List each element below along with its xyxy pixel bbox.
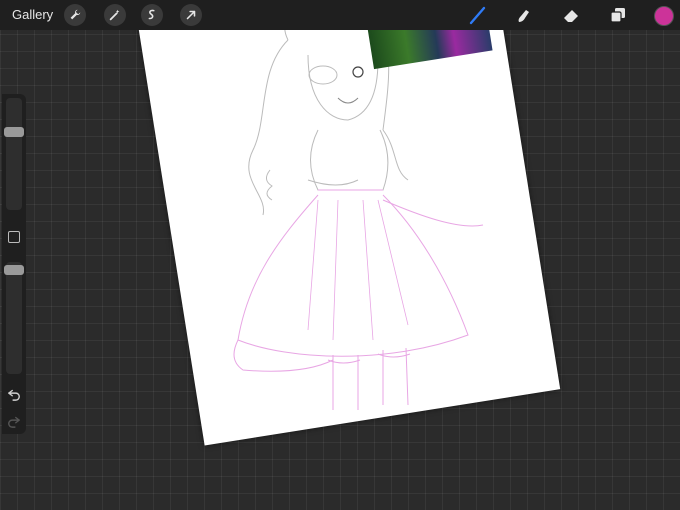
opacity-knob[interactable] (4, 265, 24, 276)
canvas-paper[interactable] (135, 0, 561, 446)
redo-icon[interactable] (7, 414, 21, 428)
gallery-button[interactable]: Gallery (12, 7, 53, 22)
brush-size-slider[interactable] (4, 98, 24, 210)
left-sidebar (2, 94, 26, 434)
magic-wand-icon[interactable] (104, 4, 126, 26)
transform-arrow-icon[interactable] (180, 4, 202, 26)
brush-size-knob[interactable] (4, 126, 24, 137)
color-swatch[interactable] (654, 6, 674, 26)
wrench-icon[interactable] (64, 4, 86, 26)
sketch-drawing (233, 2, 484, 410)
layers-icon[interactable] (607, 4, 629, 26)
smudge-icon[interactable] (512, 4, 534, 26)
selection-icon[interactable] (141, 4, 163, 26)
top-toolbar: Gallery (0, 0, 680, 30)
brush-icon[interactable] (467, 4, 489, 26)
eraser-icon[interactable] (560, 4, 582, 26)
opacity-slider[interactable] (4, 262, 24, 374)
square-icon[interactable] (8, 231, 20, 243)
undo-icon[interactable] (7, 387, 21, 401)
